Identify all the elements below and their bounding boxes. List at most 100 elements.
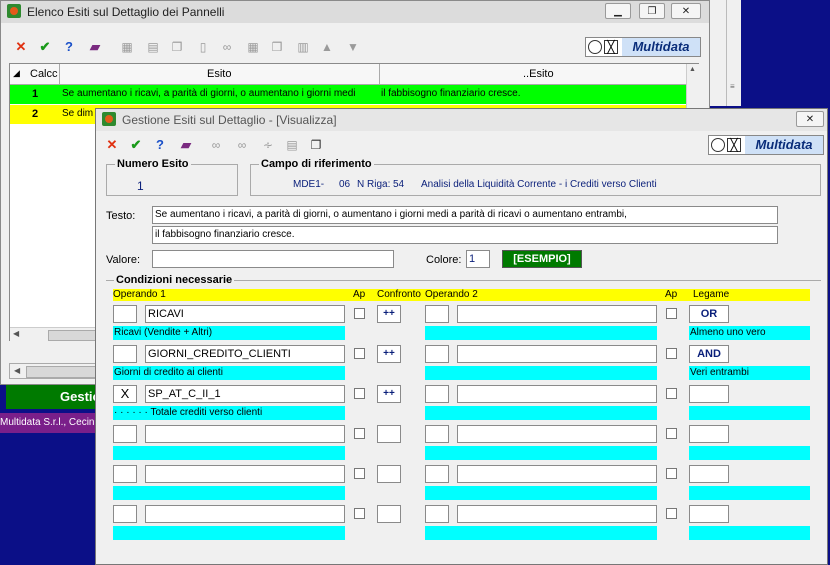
ap1-checkbox[interactable] (354, 508, 365, 519)
help-icon[interactable]: ? (152, 137, 168, 153)
ap1-checkbox[interactable] (354, 388, 365, 399)
confronto-field[interactable]: ++ (377, 385, 401, 403)
confronto-field[interactable]: ++ (377, 305, 401, 323)
ap2-checkbox[interactable] (666, 468, 677, 479)
operando2-field[interactable] (457, 465, 657, 483)
operando2-flag-field[interactable] (425, 345, 449, 363)
ap2-checkbox[interactable] (666, 388, 677, 399)
cancel-icon[interactable]: ✕ (104, 137, 120, 153)
confirm-icon[interactable]: ✔ (37, 39, 53, 55)
front-window-titlebar[interactable]: Gestione Esiti sul Dettaglio - [Visualiz… (96, 109, 827, 131)
operando2-flag-field[interactable] (425, 425, 449, 443)
confronto-field[interactable] (377, 505, 401, 523)
pages-icon[interactable]: ❒ (269, 39, 285, 55)
operando1-desc: · · · · · · Totale crediti verso clienti (113, 406, 345, 420)
hscroll-thumb[interactable] (26, 366, 102, 378)
row-flag-field[interactable] (113, 465, 137, 483)
ap2-checkbox[interactable] (666, 348, 677, 359)
table-row[interactable]: 1 Se aumentano i ricavi, a parità di gio… (10, 85, 686, 104)
legame-field[interactable] (689, 385, 729, 403)
row-flag-field[interactable]: X (113, 385, 137, 403)
scroll-left-icon[interactable]: ◀ (13, 329, 19, 338)
scroll-grip-icon: ≡ (730, 82, 735, 91)
legame-field[interactable]: AND (689, 345, 729, 363)
operando2-field[interactable] (457, 385, 657, 403)
close-button[interactable]: ✕ (796, 111, 824, 127)
copy-icon[interactable]: ❐ (169, 39, 185, 55)
help-icon[interactable]: ? (61, 39, 77, 55)
book-icon[interactable]: ▰ (87, 39, 103, 55)
filter-icon[interactable]: ▦ (119, 39, 135, 55)
minimize-button[interactable]: ▁ (605, 3, 631, 19)
col-header-calcc[interactable]: Calcc (30, 68, 58, 80)
book-icon[interactable]: ▰ (178, 137, 194, 153)
sheet-icon[interactable]: ▥ (295, 39, 311, 55)
operando1-desc (113, 486, 345, 500)
logo-circle-icon (711, 138, 725, 152)
confirm-icon[interactable]: ✔ (128, 137, 144, 153)
operando1-field[interactable] (145, 465, 345, 483)
back-window-titlebar[interactable]: Elenco Esiti sul Dettaglio dei Pannelli … (1, 1, 709, 23)
numero-esito-label: Numero Esito (115, 158, 191, 170)
ap2-checkbox[interactable] (666, 508, 677, 519)
cancel-icon[interactable]: ✕ (13, 39, 29, 55)
ap1-checkbox[interactable] (354, 468, 365, 479)
ap2-checkbox[interactable] (666, 308, 677, 319)
ap1-checkbox[interactable] (354, 428, 365, 439)
operando2-flag-field[interactable] (425, 385, 449, 403)
maximize-button[interactable]: ❐ (639, 3, 665, 19)
legame-field[interactable] (689, 505, 729, 523)
row-flag-field[interactable] (113, 425, 137, 443)
valore-field[interactable] (152, 250, 394, 268)
operando1-field[interactable]: GIORNI_CREDITO_CLIENTI (145, 345, 345, 363)
binoculars-icon[interactable]: ∞ (208, 137, 224, 153)
operando2-flag-field[interactable] (425, 505, 449, 523)
find-icon[interactable]: ∻ (260, 137, 276, 153)
arrow-down-icon[interactable]: ▼ (345, 39, 361, 55)
scroll-up-icon[interactable]: ▲ (689, 66, 696, 73)
row-flag-field[interactable] (113, 305, 137, 323)
preview-icon[interactable]: ▤ (284, 137, 300, 153)
col-header-esito[interactable]: Esito (207, 68, 231, 80)
numero-esito-group: Numero Esito 1 (106, 158, 238, 196)
confronto-field[interactable] (377, 465, 401, 483)
operando1-field[interactable] (145, 505, 345, 523)
arrow-up-icon[interactable]: ▲ (319, 39, 335, 55)
operando2-field[interactable] (457, 425, 657, 443)
scroll-left-icon[interactable]: ◀ (14, 366, 20, 375)
legame-field[interactable] (689, 465, 729, 483)
ap1-checkbox[interactable] (354, 348, 365, 359)
campo-riferimento-group: Campo di riferimento MDE1- 06 N Riga: 54… (250, 158, 821, 196)
testo-line1-field[interactable]: Se aumentano i ricavi, a parità di giorn… (152, 206, 778, 224)
binoculars-next-icon[interactable]: ∞ (234, 137, 250, 153)
copy-icon[interactable]: ❐ (308, 137, 324, 153)
edit-icon[interactable]: ▤ (145, 39, 161, 55)
operando2-field[interactable] (457, 345, 657, 363)
operando2-flag-field[interactable] (425, 305, 449, 323)
back-window-right-scroll[interactable]: ≡ (726, 0, 741, 106)
colore-field[interactable]: 1 (466, 250, 490, 268)
operando2-flag-field[interactable] (425, 465, 449, 483)
legame-field[interactable] (689, 425, 729, 443)
logo-x-icon: ╳ (604, 40, 618, 54)
confronto-field[interactable]: ++ (377, 345, 401, 363)
grid-icon[interactable]: ▦ (245, 39, 261, 55)
operando2-field[interactable] (457, 305, 657, 323)
col-header-esito2[interactable]: ..Esito (523, 68, 554, 80)
ap1-checkbox[interactable] (354, 308, 365, 319)
operando1-field[interactable]: RICAVI (145, 305, 345, 323)
testo-line2-field[interactable]: il fabbisogno finanziario cresce. (152, 226, 778, 244)
row-flag-field[interactable] (113, 345, 137, 363)
new-doc-icon[interactable]: ▯ (195, 39, 211, 55)
confronto-field[interactable] (377, 425, 401, 443)
operando2-field[interactable] (457, 505, 657, 523)
operando1-field[interactable] (145, 425, 345, 443)
operando1-field[interactable]: SP_AT_C_II_1 (145, 385, 345, 403)
row-flag-field[interactable] (113, 505, 137, 523)
binoculars-icon[interactable]: ∞ (219, 39, 235, 55)
ap2-checkbox[interactable] (666, 428, 677, 439)
legame-field[interactable]: OR (689, 305, 729, 323)
close-button[interactable]: ✕ (671, 3, 701, 19)
row-num: 1 (32, 88, 39, 100)
gestione-button[interactable]: Gestio (6, 385, 106, 409)
